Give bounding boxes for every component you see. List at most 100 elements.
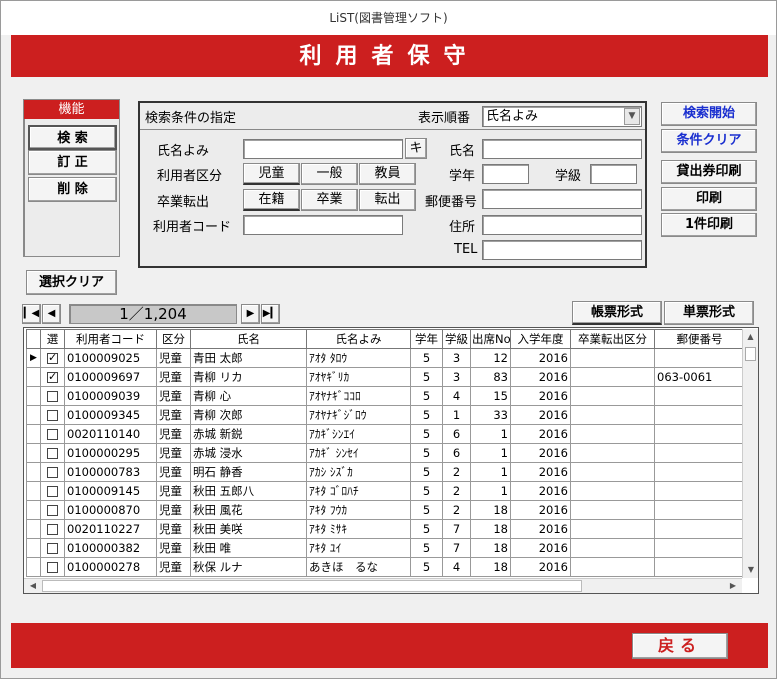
kana-cell[interactable]: ｱｷﾀ ﾕｲ <box>306 538 411 558</box>
attendance-no-cell[interactable]: 1 <box>470 424 511 444</box>
postal-cell[interactable] <box>654 481 745 501</box>
edit-mode-button[interactable]: 訂 正 <box>28 150 117 175</box>
class-cell[interactable]: 6 <box>442 443 471 463</box>
row-selector[interactable] <box>26 519 41 539</box>
kana-cell[interactable]: ｱｶｼ ｼｽﾞｶ <box>306 462 411 482</box>
status-cell[interactable] <box>570 386 655 406</box>
postal-cell[interactable] <box>654 443 745 463</box>
grade-cell[interactable]: 5 <box>410 500 443 520</box>
row-selector[interactable] <box>26 386 41 406</box>
vertical-scrollbar[interactable]: ▲ ▼ <box>742 329 758 578</box>
user-code-cell[interactable]: 0100000870 <box>64 500 157 520</box>
tel-input[interactable] <box>482 240 642 260</box>
name-cell[interactable]: 秋保 ルナ <box>190 557 307 577</box>
scroll-down-icon[interactable]: ▼ <box>743 562 759 578</box>
grade-cell[interactable]: 5 <box>410 348 443 368</box>
type-cell[interactable]: 児童 <box>156 386 191 406</box>
attendance-no-cell[interactable]: 18 <box>470 500 511 520</box>
enrollment-year-cell[interactable]: 2016 <box>510 538 571 558</box>
class-cell[interactable]: 2 <box>442 462 471 482</box>
table-row[interactable]: 0100009145 児童 秋田 五郎八 ｱｷﾀ ｺﾞﾛﾊﾁ 5 2 1 2016 <box>26 481 745 501</box>
postal-cell[interactable] <box>654 500 745 520</box>
delete-mode-button[interactable]: 削 除 <box>28 177 117 202</box>
user-code-cell[interactable]: 0100009697 <box>64 367 157 387</box>
horizontal-scrollbar[interactable]: ◀ ▶ <box>24 578 742 593</box>
postal-cell[interactable]: 063-0061 <box>654 367 745 387</box>
enrollment-year-cell[interactable]: 2016 <box>510 405 571 425</box>
user-code-cell[interactable]: 0020110227 <box>64 519 157 539</box>
address-input[interactable] <box>482 215 642 235</box>
type-cell[interactable]: 児童 <box>156 424 191 444</box>
status-cell[interactable] <box>570 538 655 558</box>
column-header[interactable]: 氏名よみ <box>306 329 411 349</box>
attendance-no-cell[interactable]: 1 <box>470 481 511 501</box>
scroll-right-icon[interactable]: ▶ <box>726 579 740 593</box>
user-code-cell[interactable]: 0100009039 <box>64 386 157 406</box>
user-code-cell[interactable]: 0100009345 <box>64 405 157 425</box>
attendance-no-cell[interactable]: 18 <box>470 538 511 558</box>
kana-input[interactable] <box>243 139 403 159</box>
kana-cell[interactable]: ｱｶｷﾞｼﾝｴｲ <box>306 424 411 444</box>
name-cell[interactable]: 秋田 美咲 <box>190 519 307 539</box>
select-checkbox[interactable] <box>47 467 58 478</box>
print-card-button[interactable]: 貸出券印刷 <box>661 160 757 184</box>
column-header[interactable]: 学年 <box>410 329 443 349</box>
column-header[interactable]: 学級 <box>442 329 471 349</box>
attendance-no-cell[interactable]: 18 <box>470 557 511 577</box>
list-form-button[interactable]: 帳票形式 <box>572 301 662 325</box>
status-cell[interactable] <box>570 405 655 425</box>
user-code-input[interactable] <box>243 215 403 235</box>
attendance-no-cell[interactable]: 1 <box>470 443 511 463</box>
enrollment-year-cell[interactable]: 2016 <box>510 367 571 387</box>
postal-cell[interactable] <box>654 405 745 425</box>
postal-cell[interactable] <box>654 462 745 482</box>
vertical-scroll-thumb[interactable] <box>745 347 756 361</box>
type-child-button[interactable]: 児童 <box>243 163 300 185</box>
enrollment-year-cell[interactable]: 2016 <box>510 462 571 482</box>
select-checkbox[interactable] <box>47 351 58 364</box>
type-cell[interactable]: 児童 <box>156 367 191 387</box>
user-code-cell[interactable]: 0100000278 <box>64 557 157 577</box>
kana-cell[interactable]: ｱｵﾀ ﾀﾛｳ <box>306 348 411 368</box>
grade-cell[interactable]: 5 <box>410 481 443 501</box>
table-row[interactable]: 0100000278 児童 秋保 ルナ あきほ るな 5 4 18 2016 <box>26 557 745 577</box>
grade-cell[interactable]: 5 <box>410 462 443 482</box>
type-cell[interactable]: 児童 <box>156 405 191 425</box>
status-cell[interactable] <box>570 462 655 482</box>
name-cell[interactable]: 秋田 風花 <box>190 500 307 520</box>
kana-cell[interactable]: ｱｶｷﾞ ｼﾝｾｲ <box>306 443 411 463</box>
enrollment-year-cell[interactable]: 2016 <box>510 424 571 444</box>
attendance-no-cell[interactable]: 15 <box>470 386 511 406</box>
row-selector[interactable] <box>26 367 41 387</box>
user-code-cell[interactable]: 0100000295 <box>64 443 157 463</box>
status-cell[interactable] <box>570 367 655 387</box>
table-row[interactable]: 0100000295 児童 赤城 浸水 ｱｶｷﾞ ｼﾝｾｲ 5 6 1 2016 <box>26 443 745 463</box>
type-cell[interactable]: 児童 <box>156 348 191 368</box>
select-checkbox[interactable] <box>47 505 58 516</box>
column-header[interactable]: 郵便番号 <box>654 329 745 349</box>
print-button[interactable]: 印刷 <box>661 187 757 211</box>
horizontal-scroll-thumb[interactable] <box>42 580 582 592</box>
select-checkbox[interactable] <box>47 391 58 402</box>
kana-cell[interactable]: ｱｵﾔｷﾞﾘｶ <box>306 367 411 387</box>
name-cell[interactable]: 赤城 新鋭 <box>190 424 307 444</box>
grade-cell[interactable]: 5 <box>410 367 443 387</box>
row-selector[interactable] <box>26 443 41 463</box>
scroll-left-icon[interactable]: ◀ <box>26 579 40 593</box>
status-cell[interactable] <box>570 519 655 539</box>
class-cell[interactable]: 3 <box>442 348 471 368</box>
name-cell[interactable]: 秋田 五郎八 <box>190 481 307 501</box>
status-cell[interactable] <box>570 481 655 501</box>
class-cell[interactable]: 2 <box>442 481 471 501</box>
type-teacher-button[interactable]: 教員 <box>359 163 416 185</box>
kana-cell[interactable]: あきほ るな <box>306 557 411 577</box>
class-cell[interactable]: 3 <box>442 367 471 387</box>
name-cell[interactable]: 秋田 唯 <box>190 538 307 558</box>
select-checkbox[interactable] <box>47 448 58 459</box>
name-cell[interactable]: 青田 太郎 <box>190 348 307 368</box>
postal-cell[interactable] <box>654 424 745 444</box>
column-header[interactable]: 氏名 <box>190 329 307 349</box>
grade-input[interactable] <box>482 164 529 184</box>
clear-selection-button[interactable]: 選択クリア <box>26 270 117 295</box>
type-cell[interactable]: 児童 <box>156 500 191 520</box>
